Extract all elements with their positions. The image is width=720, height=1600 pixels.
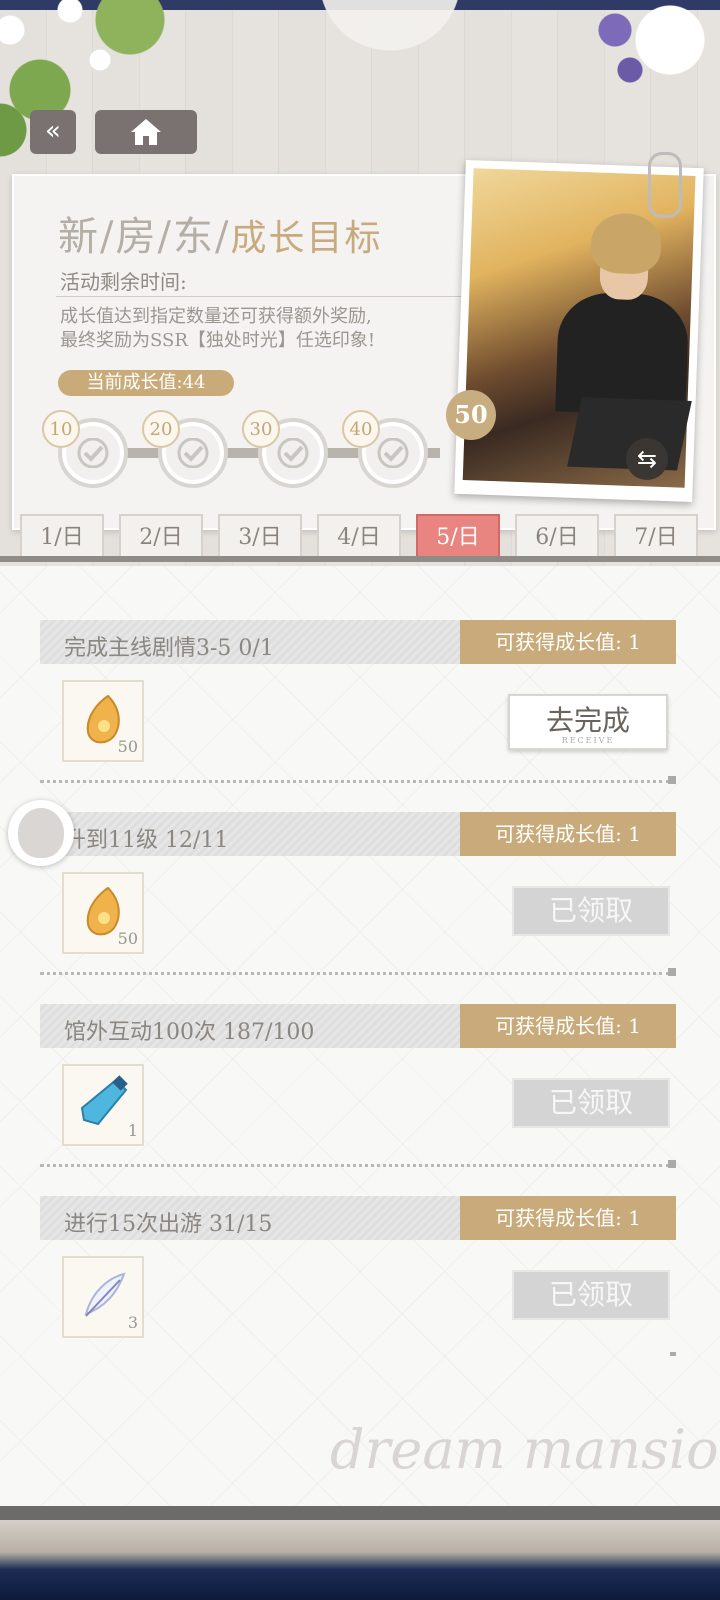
reward-label: 可获得成长值: 1 [460, 1196, 676, 1240]
home-icon [131, 119, 161, 145]
reward-label: 可获得成长值: 1 [460, 812, 676, 856]
event-description: 成长值达到指定数量还可获得额外奖励, 最终奖励为SSR【独处时光】任选印象! [60, 305, 375, 353]
divider-end-mark [670, 1352, 676, 1356]
title-main: 新/房/东/ [58, 214, 231, 260]
divider-end-mark [668, 776, 676, 784]
checkmark-icon [377, 438, 409, 468]
item-quantity: 1 [127, 1121, 138, 1140]
character-shirt [555, 291, 690, 416]
milestone-value-3: 30 [242, 410, 280, 448]
title-accent: 成长目标 [230, 218, 383, 259]
checkmark-icon [277, 438, 309, 468]
panel-bottom-bar [0, 1506, 720, 1520]
desc-line-1: 成长值达到指定数量还可获得额外奖励, [60, 306, 372, 327]
item-quantity: 50 [117, 929, 138, 948]
milestone-value-4: 40 [342, 410, 380, 448]
task-divider [40, 972, 670, 975]
divider-end-mark [668, 1160, 676, 1168]
claimed-button[interactable]: 已领取 [512, 1270, 670, 1320]
remaining-time-label: 活动剩余时间: [60, 270, 187, 294]
back-button[interactable]: « [30, 110, 76, 154]
tab-day-4[interactable]: 4/日 [317, 514, 401, 558]
checkmark-icon [177, 438, 209, 468]
tab-day-3[interactable]: 3/日 [218, 514, 302, 558]
reward-item[interactable]: 3 [62, 1256, 144, 1338]
reward-item[interactable]: 1 [62, 1064, 144, 1146]
swap-icon[interactable]: ⇆ [626, 438, 668, 480]
tab-underline [0, 556, 720, 562]
milestone-value-1: 10 [42, 410, 80, 448]
task-name: 进行15次出游 31/15 [64, 1212, 273, 1237]
floating-assistant-button[interactable] [8, 800, 74, 866]
go-complete-button[interactable]: 去完成 RECEIVE [508, 694, 668, 750]
final-milestone-badge: 50 [446, 390, 496, 440]
reward-item[interactable]: 50 [62, 680, 144, 762]
tab-day-2[interactable]: 2/日 [119, 514, 203, 558]
task-divider [40, 780, 670, 783]
tab-day-7[interactable]: 7/日 [614, 514, 698, 558]
divider [56, 296, 476, 297]
page-title: 新/房/东/成长目标 [58, 204, 382, 262]
task-name: 升到11级 12/11 [64, 828, 229, 853]
tab-day-5[interactable]: 5/日 [416, 514, 500, 558]
claimed-button[interactable]: 已领取 [512, 1078, 670, 1128]
bottom-background [0, 1520, 720, 1600]
checkmark-icon [77, 438, 109, 468]
reward-label: 可获得成长值: 1 [460, 1004, 676, 1048]
desc-line-2: 最终奖励为SSR【独处时光】任选印象! [60, 330, 376, 351]
blue-tube-icon [80, 1075, 128, 1126]
item-quantity: 3 [127, 1313, 138, 1332]
milestone-value-2: 20 [142, 410, 180, 448]
feather-icon [84, 1272, 126, 1317]
task-divider [40, 1164, 670, 1167]
home-button[interactable] [95, 110, 197, 154]
task-name: 完成主线剧情3-5 0/1 [64, 636, 274, 661]
lace-decoration [240, 0, 540, 70]
current-growth-badge: 当前成长值:44 [58, 370, 234, 396]
claimed-button[interactable]: 已领取 [512, 886, 670, 936]
item-quantity: 50 [117, 737, 138, 756]
tab-day-1[interactable]: 1/日 [20, 514, 104, 558]
divider-end-mark [668, 968, 676, 976]
watermark-text: dream mansion [330, 1418, 720, 1481]
button-sublabel: RECEIVE [561, 736, 615, 745]
character-hair [590, 212, 663, 275]
reward-label: 可获得成长值: 1 [460, 620, 676, 664]
ghost-mascot-icon [18, 808, 64, 858]
tab-day-6[interactable]: 6/日 [515, 514, 599, 558]
reward-item[interactable]: 50 [62, 872, 144, 954]
paperclip-icon [648, 152, 682, 218]
flower-decoration-right [590, 0, 720, 130]
double-chevron-left-icon: « [45, 116, 61, 146]
button-label: 去完成 [545, 704, 630, 737]
task-name: 馆外互动100次 187/100 [64, 1020, 315, 1045]
